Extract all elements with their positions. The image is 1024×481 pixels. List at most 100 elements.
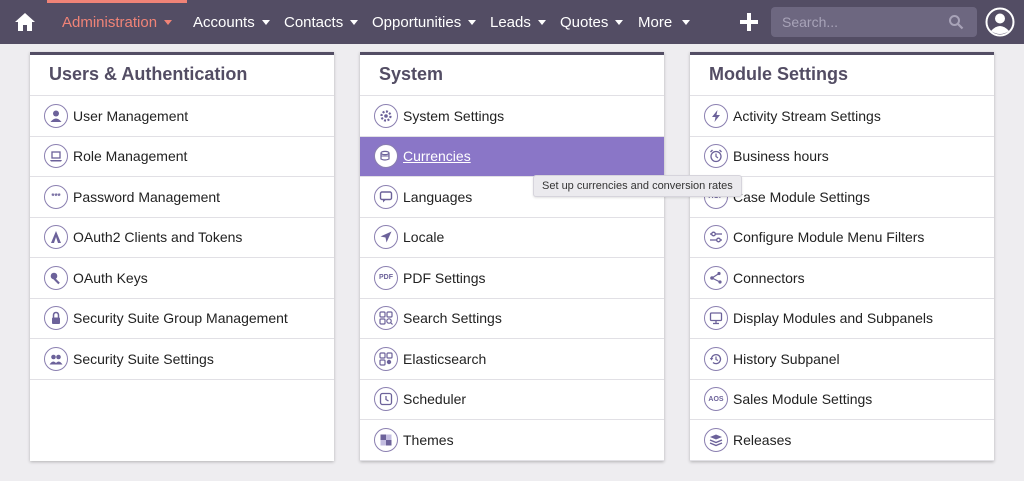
module-settings-panel: Module Settings Activity Stream Settings… bbox=[690, 52, 994, 461]
link-label: Role Management bbox=[73, 148, 188, 165]
admin-link-elasticsearch[interactable]: Elasticsearch bbox=[360, 339, 664, 380]
sliders-icon bbox=[704, 225, 728, 250]
clock-icon bbox=[374, 387, 398, 412]
admin-link-oauth-keys[interactable]: OAuth Keys bbox=[30, 258, 334, 299]
nav-label: Leads bbox=[490, 13, 531, 31]
link-label: Releases bbox=[733, 431, 792, 448]
link-label: System Settings bbox=[403, 107, 505, 124]
link-label: Currencies bbox=[403, 148, 471, 165]
releases-icon bbox=[704, 427, 728, 452]
admin-link-pdf-settings[interactable]: PDF PDF Settings bbox=[360, 258, 664, 299]
admin-link-currencies[interactable]: Currencies bbox=[360, 136, 664, 177]
nav-label: More bbox=[638, 13, 673, 31]
history-icon bbox=[704, 346, 728, 371]
link-label: Security Suite Settings bbox=[73, 350, 214, 367]
admin-link-security-suite-group[interactable]: Security Suite Group Management bbox=[30, 299, 334, 339]
search-icon[interactable] bbox=[948, 14, 964, 30]
admin-link-search-settings[interactable]: Search Settings bbox=[360, 299, 664, 339]
link-label: Connectors bbox=[733, 269, 805, 286]
currencies-tooltip: Set up currencies and conversion rates bbox=[533, 175, 742, 197]
panel-title: System bbox=[360, 55, 664, 96]
chevron-down-icon bbox=[261, 19, 270, 25]
panel-title: Users & Authentication bbox=[30, 55, 334, 96]
pdf-icon-text: PDF bbox=[379, 274, 393, 282]
link-label: Case Module Settings bbox=[733, 188, 870, 205]
admin-link-scheduler[interactable]: Scheduler bbox=[360, 380, 664, 420]
nav-leads[interactable]: Leads bbox=[490, 0, 546, 44]
oauth2-icon bbox=[44, 225, 68, 250]
admin-link-locale[interactable]: Locale bbox=[360, 218, 664, 258]
admin-link-system-settings[interactable]: System Settings bbox=[360, 96, 664, 137]
chevron-down-icon bbox=[164, 19, 173, 25]
chevron-down-icon bbox=[350, 19, 359, 25]
admin-link-display-modules[interactable]: Display Modules and Subpanels bbox=[690, 299, 994, 339]
nav-label: Administration bbox=[62, 13, 158, 31]
aos-icon: AOS bbox=[704, 387, 728, 412]
user-avatar-icon[interactable] bbox=[985, 7, 1015, 37]
admin-link-sales-module-settings[interactable]: AOS Sales Module Settings bbox=[690, 380, 994, 420]
nav-label: Accounts bbox=[193, 13, 255, 31]
chevron-down-icon bbox=[615, 19, 624, 25]
link-label: Search Settings bbox=[403, 310, 502, 327]
home-icon[interactable] bbox=[14, 11, 36, 33]
admin-link-module-menu-filters[interactable]: Configure Module Menu Filters bbox=[690, 218, 994, 258]
user-icon bbox=[44, 103, 68, 128]
top-navigation-bar: Administration Accounts Contacts Opportu… bbox=[0, 0, 1024, 44]
admin-link-themes[interactable]: Themes bbox=[360, 420, 664, 461]
link-label: Locale bbox=[403, 229, 445, 246]
admin-link-business-hours[interactable]: Business hours bbox=[690, 137, 994, 177]
chevron-down-icon bbox=[537, 19, 546, 25]
currency-icon bbox=[374, 144, 398, 169]
pdf-icon: PDF bbox=[374, 265, 398, 290]
search-settings-icon bbox=[374, 306, 398, 331]
nav-label: Opportunities bbox=[372, 13, 462, 31]
elasticsearch-icon bbox=[374, 346, 398, 371]
location-arrow-icon bbox=[374, 225, 398, 250]
monitor-icon bbox=[704, 306, 728, 331]
admin-link-activity-stream[interactable]: Activity Stream Settings bbox=[690, 96, 994, 137]
create-plus-icon[interactable] bbox=[738, 11, 760, 33]
speech-bubble-icon bbox=[374, 184, 398, 209]
group-icon bbox=[44, 346, 68, 371]
nav-more[interactable]: More bbox=[638, 0, 691, 44]
link-label: OAuth Keys bbox=[73, 269, 148, 286]
link-label: Display Modules and Subpanels bbox=[733, 310, 934, 327]
admin-link-releases[interactable]: Releases bbox=[690, 420, 994, 461]
nav-label: Contacts bbox=[284, 13, 344, 31]
lightning-icon bbox=[704, 103, 728, 128]
admin-link-password-management[interactable]: *** Password Management bbox=[30, 177, 334, 218]
themes-icon bbox=[374, 427, 398, 452]
nav-quotes[interactable]: Quotes bbox=[560, 0, 624, 44]
nav-administration[interactable]: Administration bbox=[62, 0, 173, 44]
global-search bbox=[771, 7, 977, 37]
link-label: Security Suite Group Management bbox=[73, 310, 288, 327]
link-label: OAuth2 Clients and Tokens bbox=[73, 229, 243, 246]
gear-icon bbox=[374, 103, 398, 128]
link-label: History Subpanel bbox=[733, 350, 840, 367]
link-label: Activity Stream Settings bbox=[733, 107, 881, 124]
admin-link-oauth2-clients[interactable]: OAuth2 Clients and Tokens bbox=[30, 218, 334, 258]
link-label: Elasticsearch bbox=[403, 350, 487, 367]
link-label: Password Management bbox=[73, 188, 221, 205]
chevron-down-icon bbox=[468, 19, 477, 25]
system-panel: System System Settings Currencies Langua… bbox=[360, 52, 664, 461]
key-icon bbox=[44, 265, 68, 290]
connectors-icon bbox=[704, 265, 728, 290]
chevron-down-icon bbox=[682, 19, 691, 25]
link-label: Sales Module Settings bbox=[733, 391, 873, 408]
search-input[interactable] bbox=[771, 7, 947, 37]
admin-link-role-management[interactable]: Role Management bbox=[30, 137, 334, 177]
admin-link-connectors[interactable]: Connectors bbox=[690, 258, 994, 299]
nav-opportunities[interactable]: Opportunities bbox=[372, 0, 477, 44]
password-icon: *** bbox=[44, 184, 68, 209]
admin-link-history-subpanel[interactable]: History Subpanel bbox=[690, 339, 994, 380]
nav-accounts[interactable]: Accounts bbox=[193, 0, 270, 44]
link-label: Themes bbox=[403, 431, 454, 448]
link-label: PDF Settings bbox=[403, 269, 486, 286]
admin-link-user-management[interactable]: User Management bbox=[30, 96, 334, 137]
admin-link-security-suite-settings[interactable]: Security Suite Settings bbox=[30, 339, 334, 380]
alarm-clock-icon bbox=[704, 144, 728, 169]
link-label: Scheduler bbox=[403, 391, 467, 408]
link-label: Configure Module Menu Filters bbox=[733, 229, 925, 246]
nav-contacts[interactable]: Contacts bbox=[284, 0, 359, 44]
